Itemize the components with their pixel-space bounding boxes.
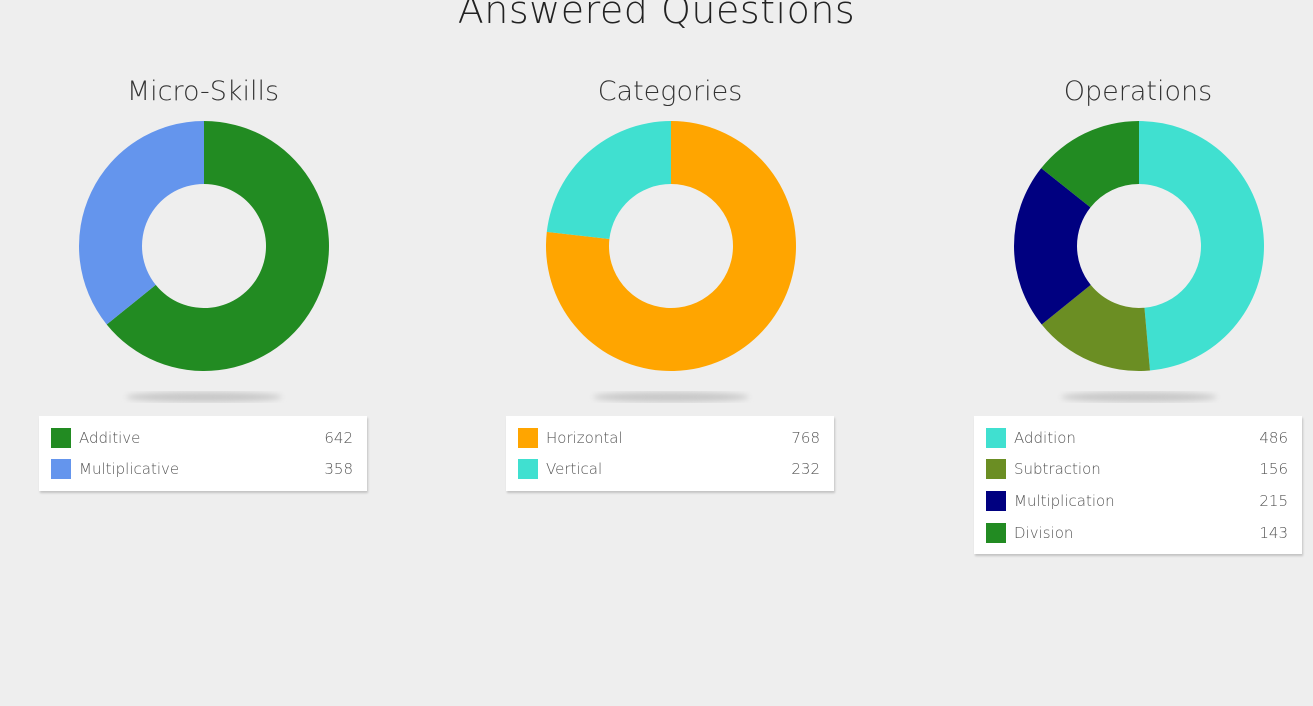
legend-item[interactable]: Vertical 232 bbox=[506, 454, 834, 486]
donut-slice-addition[interactable] bbox=[1139, 121, 1264, 371]
legend-value: 486 bbox=[1259, 428, 1288, 447]
chart-shadow bbox=[1061, 392, 1217, 402]
legend-categories: Horizontal 768 Vertical 232 bbox=[506, 416, 834, 492]
legend-swatch bbox=[986, 427, 1006, 448]
legend-micro-skills: Additive 642 Multiplicative 358 bbox=[39, 416, 367, 492]
legend-swatch bbox=[518, 459, 538, 480]
legend-swatch bbox=[518, 427, 538, 448]
legend-swatch bbox=[51, 459, 71, 480]
chart-panel-categories: Categories Horizontal 768 Vertical 232 bbox=[506, 70, 836, 492]
page-title: Answered Questions bbox=[457, 0, 856, 32]
legend-value: 156 bbox=[1259, 460, 1288, 479]
legend-label: Additive bbox=[79, 428, 141, 447]
chart-panel-micro-skills: Micro-Skills Additive 642 Multiplicative 35… bbox=[39, 70, 369, 492]
donut-chart-micro-skills bbox=[79, 121, 329, 402]
legend-label: Division bbox=[1014, 523, 1074, 542]
chart-panel-operations: Operations Addition 486 Subtraction 156 Mult… bbox=[974, 70, 1304, 555]
chart-title: Operations bbox=[1063, 76, 1213, 107]
legend-swatch bbox=[986, 490, 1006, 511]
chart-title: Micro-Skills bbox=[126, 76, 280, 107]
donut-slice-vertical[interactable] bbox=[546, 121, 671, 240]
legend-swatch bbox=[986, 522, 1006, 543]
legend-item[interactable]: Division 143 bbox=[974, 517, 1302, 549]
chart-shadow bbox=[126, 392, 282, 402]
legend-label: Multiplicative bbox=[79, 460, 180, 479]
legend-label: Addition bbox=[1014, 428, 1076, 447]
legend-value: 642 bbox=[324, 428, 353, 447]
chart-shadow bbox=[593, 392, 749, 402]
donut-slice-multiplicative[interactable] bbox=[79, 121, 204, 325]
legend-operations: Addition 486 Subtraction 156 Multiplication 2… bbox=[974, 416, 1302, 555]
legend-value: 358 bbox=[324, 460, 353, 479]
legend-label: Horizontal bbox=[546, 428, 623, 447]
legend-label: Vertical bbox=[546, 460, 603, 479]
legend-value: 215 bbox=[1259, 491, 1288, 510]
legend-item[interactable]: Addition 486 bbox=[974, 422, 1302, 454]
legend-item[interactable]: Subtraction 156 bbox=[974, 454, 1302, 486]
donut-chart-categories bbox=[546, 121, 796, 402]
legend-value: 143 bbox=[1259, 523, 1288, 542]
legend-item[interactable]: Multiplicative 358 bbox=[39, 454, 367, 486]
legend-label: Subtraction bbox=[1014, 460, 1101, 479]
donut-chart-operations bbox=[1014, 121, 1264, 402]
legend-value: 768 bbox=[791, 428, 820, 447]
legend-item[interactable]: Multiplication 215 bbox=[974, 485, 1302, 517]
legend-value: 232 bbox=[791, 460, 820, 479]
legend-label: Multiplication bbox=[1014, 491, 1115, 510]
legend-swatch bbox=[986, 459, 1006, 480]
legend-item[interactable]: Additive 642 bbox=[39, 422, 367, 454]
chart-title: Categories bbox=[597, 76, 743, 107]
legend-item[interactable]: Horizontal 768 bbox=[506, 422, 834, 454]
legend-swatch bbox=[51, 427, 71, 448]
